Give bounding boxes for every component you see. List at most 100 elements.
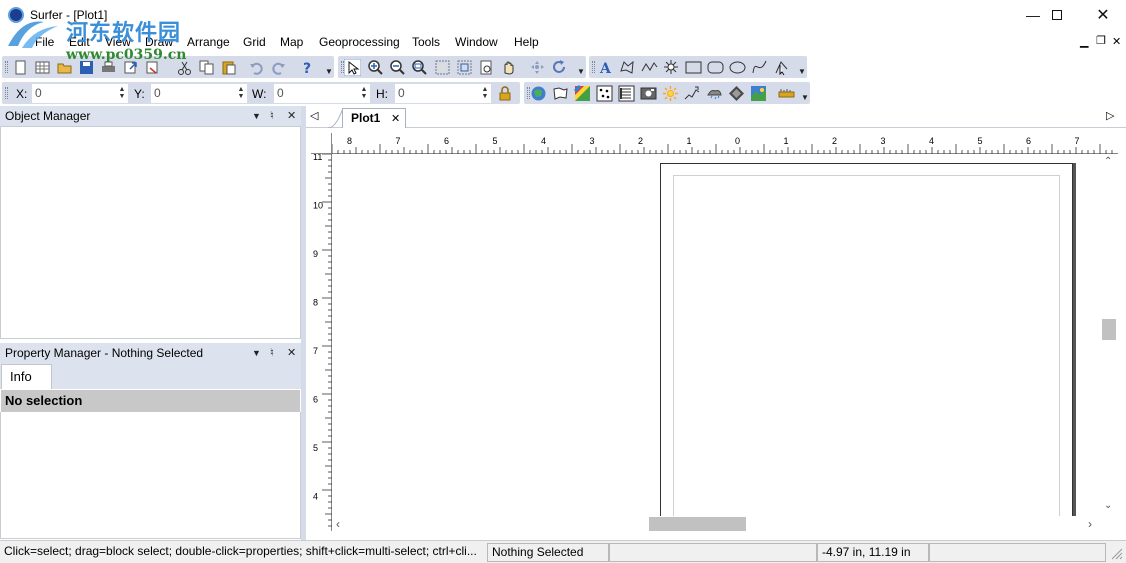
- toolbar-options-icon[interactable]: ▼: [801, 93, 809, 103]
- menu-view[interactable]: View: [105, 35, 131, 49]
- menu-grid[interactable]: Grid: [243, 35, 266, 49]
- zoom-out-icon[interactable]: [389, 59, 406, 76]
- panel-close-icon[interactable]: ✕: [287, 343, 296, 363]
- zoom-page-icon[interactable]: [434, 59, 451, 76]
- property-tabs: Info: [0, 363, 301, 389]
- new-worksheet-icon[interactable]: [34, 59, 51, 76]
- base-map-icon[interactable]: [530, 85, 547, 102]
- classed-post-icon[interactable]: [596, 85, 613, 102]
- new-icon[interactable]: [12, 59, 29, 76]
- tab-scroll-left-icon[interactable]: ◁: [310, 109, 318, 122]
- height-input[interactable]: 0 ▲ ▼: [395, 84, 491, 103]
- menu-tools[interactable]: Tools: [412, 35, 440, 49]
- ruler-label: 7: [1075, 136, 1080, 146]
- contour-map-icon[interactable]: [573, 84, 591, 102]
- reshape-icon[interactable]: [773, 59, 790, 76]
- menu-help[interactable]: Help: [514, 35, 539, 49]
- object-manager-tree[interactable]: [0, 126, 301, 339]
- lock-aspect-icon[interactable]: [496, 85, 513, 102]
- ellipse-icon[interactable]: [729, 59, 746, 76]
- zoom-rectangle-icon[interactable]: [411, 59, 428, 76]
- color-relief-icon[interactable]: [750, 85, 767, 102]
- print-icon[interactable]: [100, 59, 117, 76]
- menu-edit[interactable]: Edit: [69, 35, 90, 49]
- ruler-label: 6: [444, 136, 449, 146]
- panel-splitter[interactable]: [301, 106, 306, 540]
- polyline-icon[interactable]: [641, 59, 658, 76]
- document-tabs: ◁ Plot1 ✕ ▷: [306, 106, 1126, 128]
- text-icon[interactable]: A: [597, 59, 614, 77]
- scroll-left-icon[interactable]: ‹: [336, 517, 340, 531]
- symbol-icon[interactable]: [663, 59, 680, 76]
- rectangle-icon[interactable]: [685, 59, 702, 76]
- watershed-map-icon[interactable]: [706, 85, 723, 102]
- mdi-restore-button[interactable]: ❐: [1096, 34, 1106, 47]
- mdi-close-button[interactable]: ✕: [1112, 35, 1121, 48]
- copy-icon[interactable]: [198, 59, 215, 76]
- close-button[interactable]: ✕: [1080, 0, 1126, 31]
- zoom-selected-icon[interactable]: [456, 59, 473, 76]
- svg-text:A: A: [599, 61, 612, 76]
- tab-close-icon[interactable]: ✕: [391, 110, 400, 128]
- help-icon[interactable]: ?: [300, 59, 317, 77]
- mdi-minimize-button[interactable]: ▁: [1080, 35, 1088, 48]
- paste-icon[interactable]: [220, 59, 237, 76]
- menu-map[interactable]: Map: [280, 35, 303, 49]
- x-coordinate-input[interactable]: 0 ▲ ▼: [32, 84, 128, 103]
- ruler-label: 2: [638, 136, 643, 146]
- spline-icon[interactable]: [751, 59, 768, 76]
- panel-dropdown-icon[interactable]: ▼: [252, 106, 261, 126]
- tab-plot1[interactable]: Plot1 ✕: [342, 108, 406, 128]
- menu-file[interactable]: File: [35, 35, 54, 49]
- rotate-icon[interactable]: [551, 59, 568, 76]
- save-icon[interactable]: [78, 59, 95, 76]
- vertical-scroll-thumb[interactable]: [1102, 319, 1116, 340]
- ruler-corner: [311, 133, 332, 154]
- select-icon[interactable]: [343, 58, 362, 77]
- menu-arrange[interactable]: Arrange: [187, 35, 230, 49]
- import-icon[interactable]: [144, 59, 161, 76]
- menu-geoprocessing[interactable]: Geoprocessing: [319, 35, 400, 49]
- menu-window[interactable]: Window: [455, 35, 498, 49]
- ruler-label: 5: [493, 136, 498, 146]
- zoom-in-icon[interactable]: [367, 59, 384, 76]
- tab-plot1-label: Plot1: [351, 111, 381, 125]
- y-coordinate-input[interactable]: 0 ▲ ▼: [151, 84, 247, 103]
- 3d-surface-icon[interactable]: [728, 85, 745, 102]
- pin-icon[interactable]: ♮: [270, 343, 274, 363]
- scroll-up-icon[interactable]: ⌃: [1104, 156, 1112, 167]
- open-icon[interactable]: [56, 59, 73, 76]
- toolbar-options-icon[interactable]: ▼: [798, 67, 806, 77]
- undo-icon[interactable]: [248, 59, 265, 76]
- toolbar-options-icon[interactable]: ▼: [577, 67, 585, 77]
- zoom-actual-icon[interactable]: [478, 59, 495, 76]
- pin-icon[interactable]: ♮: [270, 106, 274, 126]
- image-map-icon[interactable]: [618, 85, 635, 102]
- horizontal-scroll-thumb[interactable]: [649, 517, 746, 531]
- toolbar-options-icon[interactable]: ▼: [325, 67, 333, 77]
- cut-icon[interactable]: [176, 59, 193, 76]
- add-layer-icon[interactable]: [778, 85, 795, 102]
- redo-icon[interactable]: [270, 59, 287, 76]
- shaded-relief-icon[interactable]: [640, 85, 657, 102]
- scroll-right-icon[interactable]: ›: [1088, 517, 1092, 531]
- scroll-down-icon[interactable]: ⌄: [1104, 500, 1112, 511]
- width-input[interactable]: 0 ▲ ▼: [274, 84, 370, 103]
- vector-map-icon[interactable]: [662, 85, 679, 102]
- polygon-icon[interactable]: [619, 59, 636, 76]
- trackball-icon[interactable]: [529, 59, 546, 76]
- panel-dropdown-icon[interactable]: ▼: [252, 343, 261, 363]
- surface-map-icon[interactable]: [684, 85, 701, 102]
- post-map-icon[interactable]: [552, 85, 569, 102]
- ruler-label: 10: [313, 201, 323, 211]
- maximize-button[interactable]: [1034, 0, 1080, 31]
- menu-draw[interactable]: Draw: [145, 35, 173, 49]
- pan-icon[interactable]: [500, 59, 517, 76]
- rounded-rectangle-icon[interactable]: [707, 59, 724, 76]
- panel-close-icon[interactable]: ✕: [287, 106, 296, 126]
- resize-grip-icon[interactable]: [1110, 547, 1124, 561]
- export-icon[interactable]: [122, 59, 139, 76]
- vertical-ruler: 11 10 9 8 7 6 5 4: [311, 152, 332, 531]
- tab-scroll-right-icon[interactable]: ▷: [1106, 109, 1114, 122]
- tab-info[interactable]: Info: [1, 364, 52, 389]
